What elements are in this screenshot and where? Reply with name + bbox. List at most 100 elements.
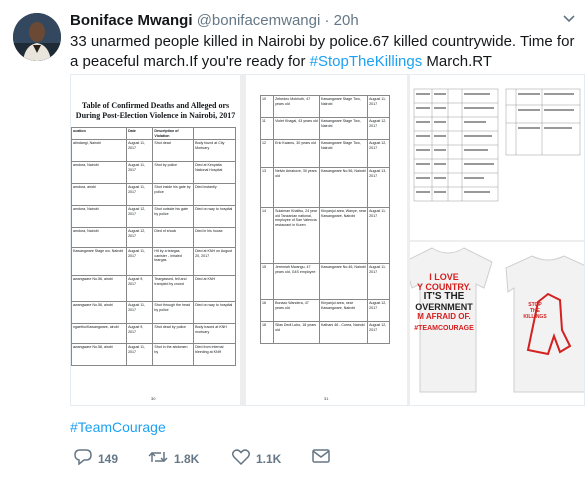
- table-cell: Kinyanjui area, near Kawangware, Nairobi: [319, 299, 369, 322]
- separator: ·: [324, 12, 330, 29]
- table-cell: Shot dead by police: [152, 323, 195, 345]
- table-cell: amdora, Nairobi: [71, 205, 128, 229]
- table-cell: Died at Kenyatta National Hospital: [193, 161, 236, 185]
- table-cell: Died instantly: [193, 183, 236, 207]
- table-cell: August 11, 2017: [126, 161, 154, 185]
- user-handle[interactable]: @bonifacemwangi: [197, 12, 321, 29]
- tweet-text-part2: March.RT: [422, 53, 492, 70]
- retweet-count: 1.8K: [174, 451, 200, 466]
- retweet-icon: [148, 449, 168, 468]
- table-row: Kawangware Stage wo, Nairobi August 11, 2…: [71, 247, 236, 277]
- media-photo-document-3[interactable]: [410, 75, 584, 240]
- table-cell: Silas Dedi Lubo, 18 years old: [273, 321, 321, 344]
- deaths-table: ocation Date Description of Violation at…: [71, 126, 236, 367]
- deaths-table-continued: 10 Zebedeo Mokhoth, 47 years old Kawangwar…: [259, 95, 390, 344]
- shirt-line: IT'S THE: [423, 291, 465, 302]
- table-cell: August 12, 2017: [126, 205, 154, 229]
- avatar-image: [13, 13, 61, 61]
- table-cell: 15: [259, 263, 275, 300]
- shirt-line: KILLINGS: [523, 314, 547, 320]
- header-cell: Date: [126, 126, 154, 141]
- table-cell: Kawangware No.56, Nairobi: [319, 167, 369, 208]
- table-cell: Kinyanjui area, Wanye, near Kawangware, …: [319, 207, 369, 264]
- table-cell: August 11, 2017: [126, 301, 154, 325]
- reply-icon: [74, 449, 92, 468]
- table-row: amdora, Nairobi August 12, 2017 Shot outsi…: [71, 205, 236, 229]
- table-cell: Teargassed, fell and trampled by crowd: [152, 275, 195, 303]
- table-cell: Died on way to hospital: [193, 301, 236, 325]
- table-cell: 11: [259, 117, 275, 140]
- table-cell: Nelvin Amakove, 30 years old: [273, 167, 321, 208]
- shirt-tag: #TEAMCOURAGE: [414, 325, 474, 332]
- table-row: amdora, Nairobi August 11, 2017 Shot by po…: [71, 161, 236, 185]
- table-row: 14 Sulaiman Khalibu, 24 year old Tanzania…: [259, 207, 390, 264]
- chevron-down-icon[interactable]: [563, 12, 575, 26]
- table-cell: August 11, 2017: [126, 139, 154, 163]
- table-cell: August 12, 2017: [126, 227, 154, 249]
- like-button[interactable]: 1.1K: [231, 449, 282, 468]
- shirt-line: M AFRAID OF.: [417, 312, 471, 321]
- table-row: amdora, Nairobi August 12, 2017 Died of sh…: [71, 227, 236, 249]
- table-cell: Died at KNH on August 20, 2017: [193, 247, 236, 277]
- table-cell: Hit by a teargas canister - inhaled tear…: [152, 247, 195, 277]
- table-row: atindangi, Nairobi August 11, 2017 Shot de…: [71, 139, 236, 163]
- table-cell: Shot in the abdomen by: [152, 343, 195, 367]
- table-cell: Shot inside his gate by police: [152, 183, 195, 207]
- direct-message-button[interactable]: [312, 449, 330, 466]
- document-thumbnail: [413, 88, 581, 202]
- table-cell: Died in his house: [193, 227, 236, 249]
- media-grid[interactable]: Table of Confirmed Deaths and Alleged or…: [70, 74, 585, 406]
- hashtag-teamcourage[interactable]: #TeamCourage: [70, 419, 166, 435]
- table-cell: Died from internal bleeding at KNH: [193, 343, 236, 367]
- table-row: awangware No.56, airobi August 11, 2017 Sh…: [71, 301, 236, 325]
- table-cell: Died of shock: [152, 227, 195, 249]
- table-cell: Jeremiah Mwangu, 47 years old, G4S emplo…: [273, 263, 321, 300]
- timestamp[interactable]: 20h: [334, 12, 359, 29]
- header-cell: ocation: [71, 126, 128, 141]
- table-row: 12 Eric Kwamu, 30 years old Kawangware Sta…: [259, 139, 390, 168]
- table-cell: August 11, 2017: [126, 183, 154, 207]
- table-cell: amdora, Nairobi: [71, 161, 128, 185]
- table-row: 11 Violet Khagai, 43 years old Kawangware …: [259, 117, 390, 140]
- table-cell: 10: [259, 95, 275, 118]
- table-cell: atindangi, Nairobi: [71, 139, 128, 163]
- retweet-button[interactable]: 1.8K: [148, 449, 199, 468]
- table-cell: Died at KNH: [193, 275, 236, 303]
- table-row: 16 Bonaxo Wandera, 47 years old Kinyanjui …: [259, 299, 390, 322]
- table-row: ngaethu/Kawangware, airobi August 9, 2017…: [71, 323, 236, 345]
- table-cell: August 12, 2017: [367, 117, 390, 140]
- table-row: 18 Silas Dedi Lubo, 18 years old Kathani 4…: [259, 321, 390, 344]
- header-cell: Description of Violation: [152, 126, 195, 141]
- media-photo-document-2[interactable]: 10 Zebedeo Mokhoth, 47 years old Kawangwar…: [246, 75, 407, 405]
- table-cell: August 9, 2017: [126, 323, 154, 345]
- tweet-header: Boniface Mwangi @bonifacemwangi · 20h: [70, 11, 359, 31]
- envelope-icon: [312, 449, 330, 466]
- heart-icon: [231, 449, 251, 468]
- table-cell: 13: [259, 167, 275, 208]
- media-photo-tshirts[interactable]: I LOVE Y COUNTRY. IT'S THE OVERNMENT M A…: [410, 242, 584, 405]
- table-row: awangware No.56, airobi August 9, 2017 Tea…: [71, 275, 236, 303]
- table-cell: August 13, 2017: [367, 167, 390, 208]
- document-title: Table of Confirmed Deaths and Alleged or…: [75, 101, 236, 120]
- table-row: 15 Jeremiah Mwangu, 47 years old, G4S emp…: [259, 263, 390, 300]
- tweet[interactable]: Boniface Mwangi @bonifacemwangi · 20h 33…: [0, 0, 585, 477]
- table-cell: Kawangware Stage wo, Nairobi: [71, 247, 128, 277]
- table-cell: Eric Kwamu, 30 years old: [273, 139, 321, 168]
- hashtag-stopthekillings[interactable]: #StopTheKillings: [310, 53, 423, 70]
- media-photo-document-1[interactable]: Table of Confirmed Deaths and Alleged or…: [71, 75, 240, 405]
- shirt2-slogan: STOP THE KILLINGS: [520, 302, 550, 320]
- table-cell: Violet Khagai, 43 years old: [273, 117, 321, 140]
- table-cell: Body traced at KNH mortuary: [193, 323, 236, 345]
- page-number: 30: [151, 396, 156, 401]
- table-cell: August 12, 2017: [367, 321, 390, 344]
- table-cell: 14: [259, 207, 275, 264]
- table-cell: Kathani 46 - Corea, Nairobi: [319, 321, 369, 344]
- table-cell: Shot through the head by police: [152, 301, 195, 325]
- table-cell: Shot by police: [152, 161, 195, 185]
- avatar[interactable]: [13, 13, 61, 61]
- like-count: 1.1K: [256, 451, 282, 466]
- reply-button[interactable]: 149: [74, 449, 118, 468]
- display-name[interactable]: Boniface Mwangi: [70, 12, 193, 29]
- table-cell: August 11, 2017: [126, 247, 154, 277]
- tweet-text: 33 unarmed people killed in Nairobi by p…: [70, 32, 575, 72]
